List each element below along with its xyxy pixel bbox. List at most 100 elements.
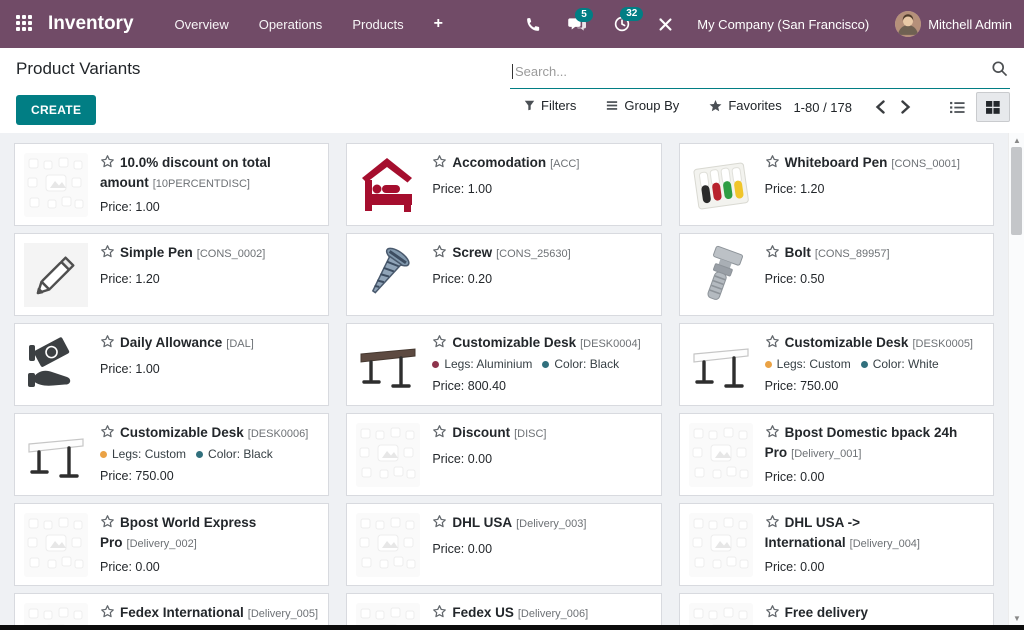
product-name: Free delivery charges (765, 605, 868, 625)
wrench-screwdriver-icon[interactable] (648, 10, 683, 39)
activities-badge: 32 (620, 7, 643, 21)
product-card[interactable]: Accomodation[ACC] Price: 1.00 (346, 143, 661, 226)
favorite-star-icon[interactable] (100, 604, 115, 624)
pager-previous-button[interactable] (868, 94, 893, 120)
systray: 5 32 (516, 9, 683, 39)
create-button[interactable]: CREATE (16, 95, 96, 125)
product-card[interactable]: Fedex International[Delivery_005] (14, 593, 329, 625)
product-price: Price: 0.20 (432, 272, 651, 286)
variant-dot (100, 451, 107, 458)
empty-image-placeholder (356, 423, 420, 487)
favorite-star-icon[interactable] (432, 514, 447, 534)
product-card[interactable]: DHL USA[Delivery_003] Price: 0.00 (346, 503, 661, 586)
product-card[interactable]: Bpost World Express Pro[Delivery_002] Pr… (14, 503, 329, 586)
product-card[interactable]: Bpost Domestic bpack 24h Pro[Delivery_00… (679, 413, 994, 496)
product-code: [Delivery_001] (791, 448, 861, 460)
favorite-star-icon[interactable] (765, 604, 780, 624)
variant-label: Legs: Aluminium (444, 357, 532, 371)
desk-dark-photo (356, 333, 420, 397)
apps-menu-icon[interactable] (16, 15, 34, 33)
empty-image-placeholder (689, 603, 753, 625)
product-code: [Delivery_003] (516, 518, 586, 530)
product-name: Simple Pen (120, 245, 193, 260)
activity-clock-icon[interactable]: 32 (604, 9, 640, 39)
favorite-star-icon[interactable] (765, 514, 780, 534)
group-by-dropdown[interactable]: Group By (606, 98, 679, 113)
favorite-star-icon[interactable] (765, 424, 780, 444)
empty-image-placeholder (689, 513, 753, 577)
product-card[interactable]: DHL USA -> International[Delivery_004] P… (679, 503, 994, 586)
product-card[interactable]: Free delivery charges[Delivery_007] (679, 593, 994, 625)
product-name: Screw (452, 245, 492, 260)
vertical-scrollbar[interactable]: ▲ ▼ (1008, 133, 1024, 625)
variant-label: Color: Black (208, 447, 273, 461)
pager-next-button[interactable] (893, 94, 918, 120)
favorite-star-icon[interactable] (100, 154, 115, 174)
empty-image-placeholder (24, 603, 88, 625)
product-code: [ACC] (550, 158, 579, 170)
product-code: [CONS_25630] (496, 248, 571, 260)
phone-icon[interactable] (516, 10, 551, 39)
favorite-star-icon[interactable] (100, 424, 115, 444)
search-input[interactable] (515, 64, 991, 79)
favorites-dropdown[interactable]: Favorites (709, 98, 781, 113)
product-card[interactable]: Whiteboard Pen[CONS_0001] Price: 1.20 (679, 143, 994, 226)
search-icon[interactable] (991, 60, 1008, 82)
product-card[interactable]: Fedex US[Delivery_006] (346, 593, 661, 625)
product-card[interactable]: Customizable Desk[DESK0006] Legs: Custom… (14, 413, 329, 496)
product-card[interactable]: 10.0% discount on total amount[10PERCENT… (14, 143, 329, 226)
product-card[interactable]: Customizable Desk[DESK0005] Legs: Custom… (679, 323, 994, 406)
variant-dot (196, 451, 203, 458)
variant-dot (765, 361, 772, 368)
favorite-star-icon[interactable] (432, 244, 447, 264)
product-card[interactable]: Simple Pen[CONS_0002] Price: 1.20 (14, 233, 329, 316)
menu-plus-button[interactable]: + (434, 15, 443, 33)
menu-operations[interactable]: Operations (259, 17, 323, 32)
hand-money-icon (24, 333, 88, 397)
favorite-star-icon[interactable] (100, 244, 115, 264)
product-card[interactable]: Bolt[CONS_89957] Price: 0.50 (679, 233, 994, 316)
product-card[interactable]: Daily Allowance[DAL] Price: 1.00 (14, 323, 329, 406)
favorite-star-icon[interactable] (432, 604, 447, 624)
scroll-up-arrow[interactable]: ▲ (1009, 133, 1024, 147)
favorite-star-icon[interactable] (432, 334, 447, 354)
chat-bubbles-icon[interactable]: 5 (559, 10, 596, 39)
company-switcher[interactable]: My Company (San Francisco) (697, 17, 869, 32)
scroll-down-arrow[interactable]: ▼ (1009, 611, 1024, 625)
product-card[interactable]: Customizable Desk[DESK0004] Legs: Alumin… (346, 323, 661, 406)
kanban-view-icon[interactable] (976, 92, 1010, 122)
filters-dropdown[interactable]: Filters (524, 98, 576, 113)
product-name: Accomodation (452, 155, 546, 170)
menu-overview[interactable]: Overview (175, 17, 229, 32)
user-menu[interactable]: Mitchell Admin (895, 11, 1012, 37)
favorite-star-icon[interactable] (765, 244, 780, 264)
favorite-star-icon[interactable] (100, 334, 115, 354)
product-price: Price: 0.00 (765, 560, 984, 574)
list-view-icon[interactable] (940, 92, 974, 122)
pager-counter: 1-80 / 178 (793, 100, 852, 115)
menu-products[interactable]: Products (352, 17, 403, 32)
product-variants: Legs: Custom Color: Black (100, 447, 319, 461)
product-card[interactable]: Screw [CONS_25630] Price: 0.20 (346, 233, 661, 316)
bed-icon (356, 153, 420, 217)
whiteboard-pens-photo (689, 153, 753, 217)
scrollbar-thumb[interactable] (1011, 147, 1022, 235)
search-box[interactable] (510, 56, 1010, 89)
favorite-star-icon[interactable] (765, 334, 780, 354)
product-code: [DESK0005] (912, 338, 973, 350)
view-switcher (940, 92, 1010, 122)
user-avatar (895, 11, 921, 37)
pager-zone: 1-80 / 178 (793, 92, 1010, 122)
favorite-star-icon[interactable] (432, 424, 447, 444)
favorite-star-icon[interactable] (765, 154, 780, 174)
favorite-star-icon[interactable] (100, 514, 115, 534)
product-name: Whiteboard Pen (785, 155, 888, 170)
product-code: [Delivery_004] (850, 538, 920, 550)
variant-label: Legs: Custom (112, 447, 186, 461)
app-name[interactable]: Inventory (48, 13, 134, 35)
product-code: [10PERCENTDISC] (153, 178, 250, 190)
variant-label: Color: White (873, 357, 939, 371)
product-card[interactable]: Discount[DISC] Price: 0.00 (346, 413, 661, 496)
favorite-star-icon[interactable] (432, 154, 447, 174)
variant-dot (432, 361, 439, 368)
